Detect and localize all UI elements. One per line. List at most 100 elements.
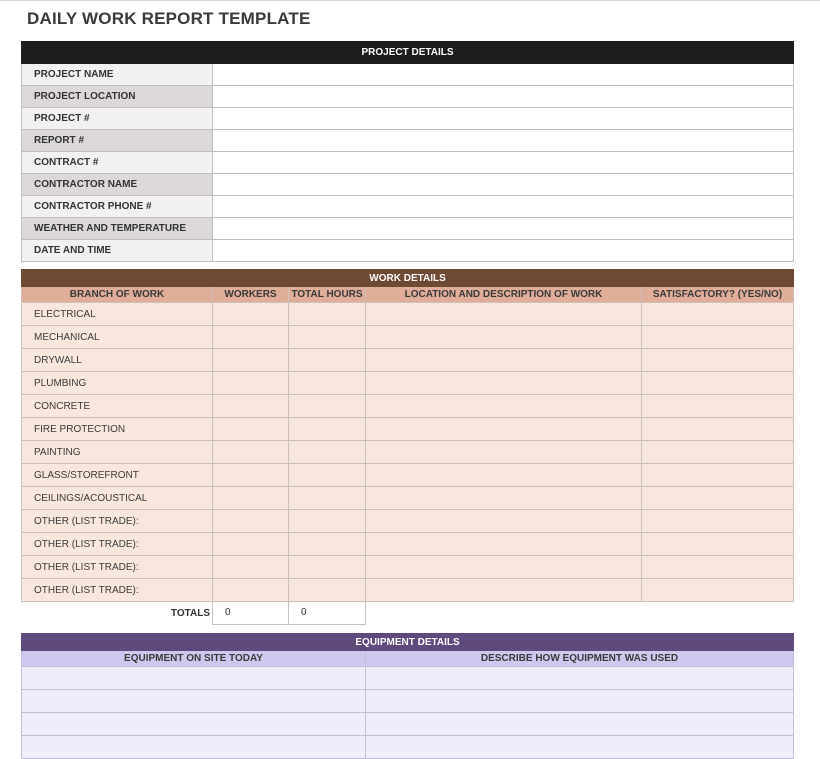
workers-cell[interactable] [212,417,289,441]
equipment-usage-cell[interactable] [364,689,795,713]
totals-spacer [365,601,642,624]
total-hours-cell[interactable] [288,486,366,510]
description-cell[interactable] [365,302,642,326]
project-field-input[interactable] [211,129,795,152]
project-field-label: PROJECT LOCATION [21,85,213,108]
project-field-input[interactable] [211,63,795,86]
satisfactory-cell[interactable] [640,463,795,487]
equipment-on-site-cell[interactable] [21,689,366,713]
workers-cell[interactable] [212,486,289,510]
satisfactory-cell[interactable] [640,302,795,326]
branch-of-work-cell: PAINTING [21,440,213,464]
project-field-row: PROJECT NAME [21,63,795,86]
workers-cell[interactable] [212,555,289,579]
description-cell[interactable] [365,325,642,349]
equipment-usage-cell[interactable] [364,666,795,690]
total-workers-cell[interactable]: 0 [212,601,289,625]
satisfactory-cell[interactable] [640,486,795,510]
project-field-input[interactable] [211,173,795,196]
workers-cell[interactable] [212,440,289,464]
satisfactory-cell[interactable] [640,440,795,464]
branch-of-work-cell: DRYWALL [21,348,213,372]
project-field-label: REPORT # [21,129,213,152]
work-row: DRYWALL [21,348,795,372]
total-hours-cell[interactable] [288,463,366,487]
project-field-label: DATE AND TIME [21,239,213,262]
total-hours-cell[interactable] [288,555,366,579]
equipment-column-header: DESCRIBE HOW EQUIPMENT WAS USED [364,650,795,667]
branch-of-work-cell: CONCRETE [21,394,213,418]
project-details-table: PROJECT DETAILS PROJECT NAME PROJECT LOCA… [20,41,795,262]
satisfactory-cell[interactable] [640,578,795,602]
total-hours-cell[interactable] [288,371,366,395]
description-cell[interactable] [365,578,642,602]
workers-cell[interactable] [212,302,289,326]
equipment-row [21,735,795,759]
description-cell[interactable] [365,555,642,579]
workers-cell[interactable] [212,348,289,372]
project-field-input[interactable] [211,239,795,262]
total-hours-cell[interactable] [288,417,366,441]
project-field-input[interactable] [211,107,795,130]
satisfactory-cell[interactable] [640,532,795,556]
branch-of-work-cell: FIRE PROTECTION [21,417,213,441]
satisfactory-cell[interactable] [640,325,795,349]
equipment-on-site-cell[interactable] [21,666,366,690]
description-cell[interactable] [365,371,642,395]
branch-of-work-cell: PLUMBING [21,371,213,395]
branch-of-work-cell: GLASS/STOREFRONT [21,463,213,487]
equipment-usage-cell[interactable] [364,712,795,736]
total-hours-cell[interactable] [288,532,366,556]
description-cell[interactable] [365,463,642,487]
branch-of-work-cell: OTHER (LIST TRADE): [21,578,213,602]
satisfactory-cell[interactable] [640,509,795,533]
description-cell[interactable] [365,532,642,556]
total-hours-cell[interactable] [288,578,366,602]
project-field-label: CONTRACTOR NAME [21,173,213,196]
project-field-input[interactable] [211,85,795,108]
satisfactory-cell[interactable] [640,417,795,441]
workers-cell[interactable] [212,325,289,349]
workers-cell[interactable] [212,509,289,533]
totals-spacer [641,601,794,624]
project-field-label: CONTRACTOR PHONE # [21,195,213,218]
project-field-row: CONTRACTOR PHONE # [21,195,795,218]
total-hours-cell[interactable] [288,440,366,464]
total-hours-cell[interactable] [288,394,366,418]
work-row: OTHER (LIST TRADE): [21,578,795,602]
project-field-input[interactable] [211,151,795,174]
workers-cell[interactable] [212,578,289,602]
project-field-input[interactable] [211,217,795,240]
total-hours-cell[interactable] [288,302,366,326]
equipment-on-site-cell[interactable] [21,712,366,736]
satisfactory-cell[interactable] [640,348,795,372]
satisfactory-cell[interactable] [640,555,795,579]
project-field-input[interactable] [211,195,795,218]
description-cell[interactable] [365,509,642,533]
workers-cell[interactable] [212,532,289,556]
branch-of-work-cell: OTHER (LIST TRADE): [21,532,213,556]
work-row: FIRE PROTECTION [21,417,795,441]
total-hours-cell[interactable] [288,325,366,349]
total-hours-cell[interactable] [288,348,366,372]
workers-cell[interactable] [212,394,289,418]
description-cell[interactable] [365,440,642,464]
satisfactory-cell[interactable] [640,371,795,395]
equipment-usage-cell[interactable] [364,735,795,759]
work-row: PAINTING [21,440,795,464]
workers-cell[interactable] [212,371,289,395]
equipment-details-header: EQUIPMENT DETAILS [20,633,795,651]
satisfactory-cell[interactable] [640,394,795,418]
total-hours-cell[interactable]: 0 [288,601,366,625]
equipment-on-site-cell[interactable] [21,735,366,759]
total-hours-cell[interactable] [288,509,366,533]
description-cell[interactable] [365,394,642,418]
description-cell[interactable] [365,486,642,510]
project-details-header: PROJECT DETAILS [20,41,795,64]
equipment-row [21,689,795,713]
workers-cell[interactable] [212,463,289,487]
work-row: OTHER (LIST TRADE): [21,555,795,579]
description-cell[interactable] [365,417,642,441]
project-field-label: WEATHER AND TEMPERATURE [21,217,213,240]
description-cell[interactable] [365,348,642,372]
